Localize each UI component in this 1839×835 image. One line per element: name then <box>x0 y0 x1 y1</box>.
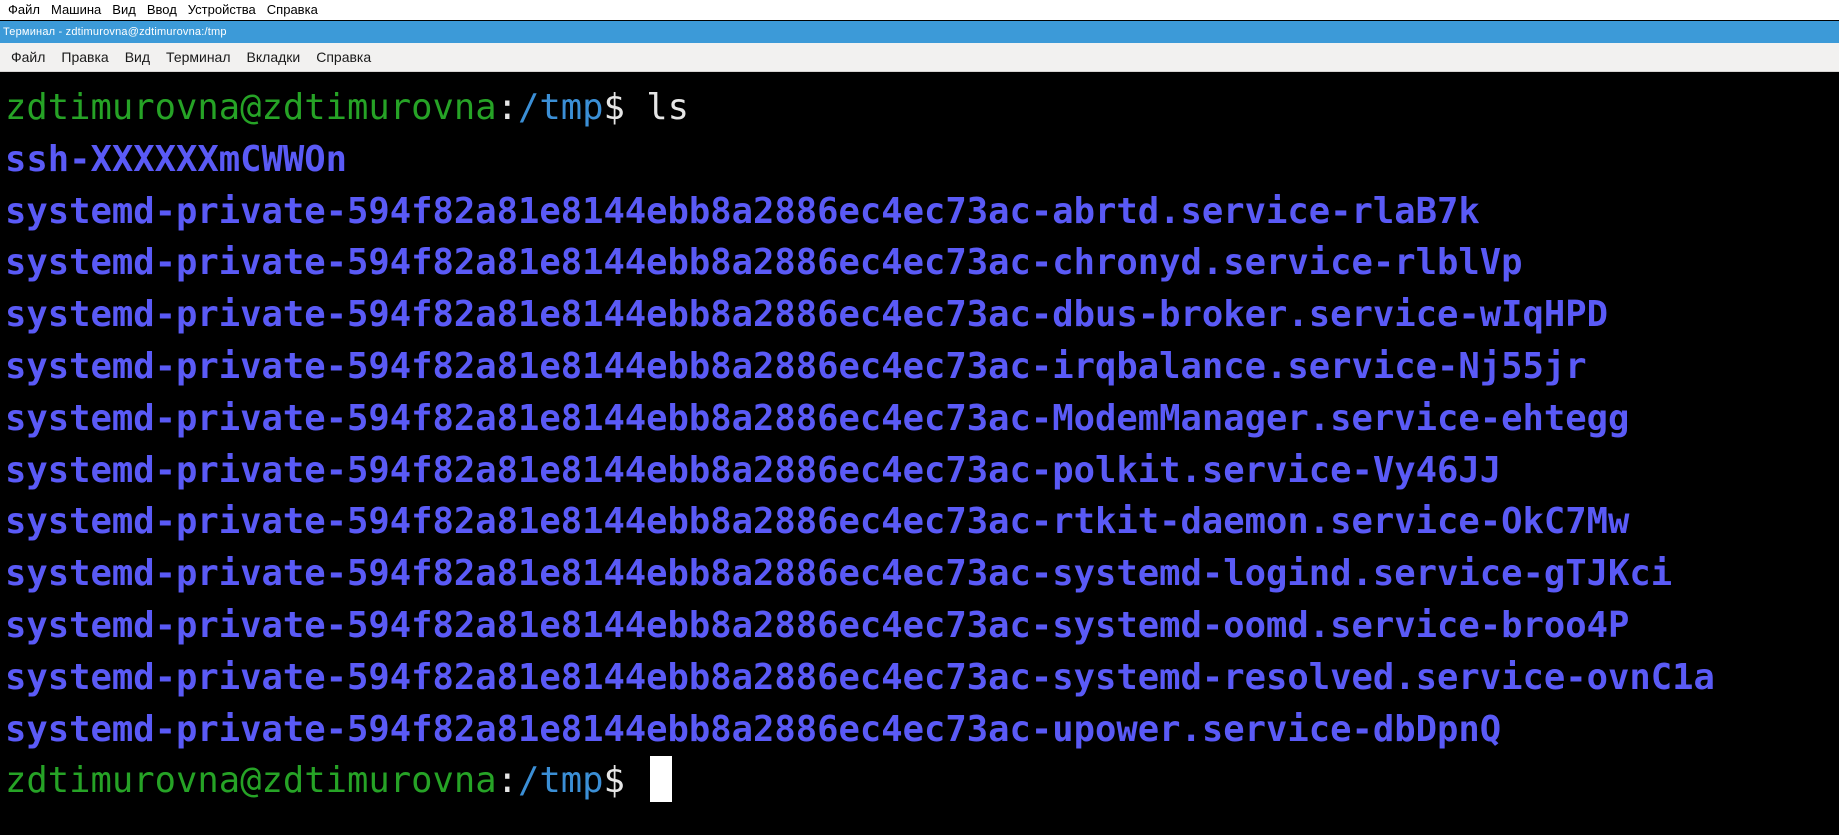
listing-entry: systemd-private-594f82a81e8144ebb8a2886e… <box>5 449 1502 491</box>
listing-entry: systemd-private-594f82a81e8144ebb8a2886e… <box>5 345 1587 387</box>
menu-tabs[interactable]: Вкладки <box>239 43 309 71</box>
host-menu-file[interactable]: Файл <box>4 0 47 20</box>
menu-edit[interactable]: Правка <box>53 43 116 71</box>
menu-terminal[interactable]: Терминал <box>158 43 238 71</box>
terminal-menubar: Файл Правка Вид Терминал Вкладки Справка <box>0 43 1839 72</box>
host-menu-machine[interactable]: Машина <box>47 0 108 20</box>
command-text: ls <box>624 87 689 128</box>
prompt-sign: $ <box>603 87 625 128</box>
host-menu-view[interactable]: Вид <box>108 0 143 20</box>
listing-entry: systemd-private-594f82a81e8144ebb8a2886e… <box>5 501 1630 543</box>
listing-entry: systemd-private-594f82a81e8144ebb8a2886e… <box>5 604 1630 646</box>
window-title: Терминал - zdtimurovna@zdtimurovna:/tmp <box>3 26 227 38</box>
prompt-separator: : <box>496 87 518 128</box>
window-title-bar[interactable]: Терминал - zdtimurovna@zdtimurovna:/tmp <box>0 21 1839 43</box>
prompt-path: /tmp <box>517 760 604 802</box>
host-menu-help[interactable]: Справка <box>263 0 325 20</box>
prompt-separator: : <box>496 760 518 802</box>
vm-host-menubar: Файл Машина Вид Ввод Устройства Справка <box>0 0 1839 20</box>
menu-file[interactable]: Файл <box>3 43 53 71</box>
listing-entry: ssh-XXXXXXmCWWOn <box>5 138 347 180</box>
text-cursor <box>650 756 673 803</box>
listing-entry: systemd-private-594f82a81e8144ebb8a2886e… <box>5 190 1480 232</box>
listing-entry: systemd-private-594f82a81e8144ebb8a2886e… <box>5 553 1673 595</box>
prompt-sign: $ <box>603 760 647 802</box>
host-menu-devices[interactable]: Устройства <box>184 0 263 20</box>
prompt-path: /tmp <box>517 87 604 128</box>
listing-entry: systemd-private-594f82a81e8144ebb8a2886e… <box>5 708 1502 750</box>
listing-entry: systemd-private-594f82a81e8144ebb8a2886e… <box>5 242 1523 284</box>
host-menu-input[interactable]: Ввод <box>143 0 184 20</box>
terminal-viewport[interactable]: zdtimurovna@zdtimurovna:/tmp$ ls ssh-XXX… <box>0 73 1839 835</box>
prompt-user-host: zdtimurovna@zdtimurovna <box>5 760 497 802</box>
listing-entry: systemd-private-594f82a81e8144ebb8a2886e… <box>5 656 1715 698</box>
active-prompt-line[interactable]: zdtimurovna@zdtimurovna:/tmp$ <box>5 755 1839 807</box>
prompt-line: zdtimurovna@zdtimurovna:/tmp$ ls <box>5 82 1839 134</box>
listing-entry: systemd-private-594f82a81e8144ebb8a2886e… <box>5 397 1630 439</box>
listing-entry: systemd-private-594f82a81e8144ebb8a2886e… <box>5 294 1608 336</box>
menu-view[interactable]: Вид <box>117 43 158 71</box>
prompt-user-host: zdtimurovna@zdtimurovna <box>5 87 497 128</box>
menu-help[interactable]: Справка <box>308 43 379 71</box>
